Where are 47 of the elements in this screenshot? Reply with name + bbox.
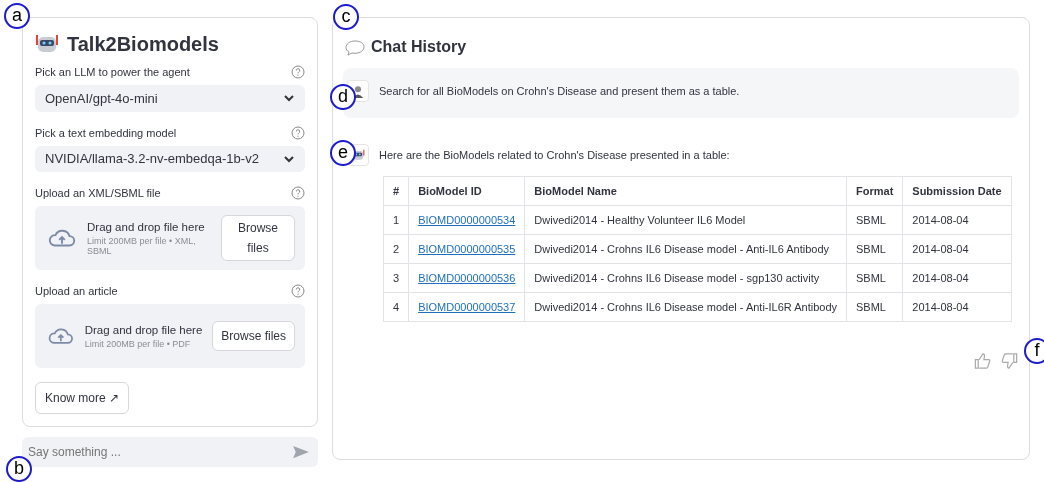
file-limit-text: Limit 200MB per file • PDF bbox=[84, 338, 192, 349]
file-limit-text: Limit 200MB per file • XML, SBML bbox=[87, 235, 197, 256]
callout-marker: d bbox=[330, 84, 356, 110]
table-cell: Dwivedi2014 - Crohns IL6 Disease model - sgp130 activity bbox=[524, 263, 847, 293]
table-cell: SBML bbox=[846, 263, 903, 293]
drop-text: Drag and drop file here bbox=[87, 220, 206, 233]
table-cell: 1 bbox=[383, 205, 409, 235]
file-dropzone[interactable]: Drag and drop file here Limit 200MB per file • XML, SBML Browse files bbox=[35, 206, 305, 271]
field-label: Pick an LLM to power the agent bbox=[35, 66, 190, 78]
table-cell: 2014-08-04 bbox=[902, 205, 1012, 235]
callout-marker: a bbox=[4, 3, 30, 29]
table-cell: SBML bbox=[846, 234, 903, 264]
browse-files-button[interactable]: Browse files bbox=[212, 321, 295, 352]
app-title: Talk2Biomodels bbox=[67, 32, 219, 56]
table-cell: 2014-08-04 bbox=[902, 263, 1012, 293]
dropdown[interactable]: OpenAI/gpt-4o-mini bbox=[35, 85, 305, 112]
chat-title: Chat History bbox=[371, 38, 467, 56]
column-header: Format bbox=[846, 176, 903, 206]
table-cell: Dwivedi2014 - Healthy Volunteer IL6 Model bbox=[524, 205, 847, 235]
table-cell: 4 bbox=[383, 292, 409, 322]
callout-marker: b bbox=[6, 456, 32, 482]
column-header: BioModel Name bbox=[524, 176, 847, 206]
table-cell: 3 bbox=[383, 263, 409, 293]
table-cell: Dwivedi2014 - Crohns IL6 Disease model - Anti-IL6 Antibody bbox=[524, 234, 847, 264]
table-cell: SBML bbox=[846, 292, 903, 322]
column-header: BioModel ID bbox=[408, 176, 525, 206]
table-cell: 2 bbox=[383, 234, 409, 264]
table-cell: 2014-08-04 bbox=[902, 234, 1012, 264]
field-label: Upload an article bbox=[35, 285, 118, 298]
table-cell: Dwivedi2014 - Crohns IL6 Disease model - Anti-IL6R Antibody bbox=[524, 292, 847, 322]
message-text: Search for all BioModels on Crohn's Disease and present them as a table. bbox=[379, 85, 740, 97]
field-label: Upload an XML/SBML file bbox=[35, 187, 161, 200]
dropdown[interactable]: NVIDIA/llama-3.2-nv-embedqa-1b-v2 bbox=[35, 145, 305, 173]
callout-marker: e bbox=[330, 140, 356, 166]
file-dropzone[interactable]: Drag and drop file here Limit 200MB per file • PDF Browse files bbox=[35, 304, 305, 368]
field-label: Pick a text embedding model bbox=[35, 126, 177, 139]
column-header: Submission Date bbox=[902, 176, 1012, 206]
chat-input-field[interactable]: Say something ... bbox=[22, 437, 318, 467]
know-more-button[interactable]: Know more ↗ bbox=[35, 382, 130, 414]
table-cell: SBML bbox=[846, 205, 903, 235]
column-header: # bbox=[383, 176, 409, 206]
drop-text: Drag and drop file here bbox=[84, 323, 203, 336]
callout-marker: c bbox=[333, 4, 359, 30]
browse-files-button[interactable]: Browse files bbox=[221, 215, 295, 262]
message-text: Here are the BioModels related to Crohn's Disease presented in a table: bbox=[379, 149, 730, 161]
table-cell: 2014-08-04 bbox=[902, 292, 1012, 322]
callout-marker: f bbox=[1024, 338, 1044, 364]
